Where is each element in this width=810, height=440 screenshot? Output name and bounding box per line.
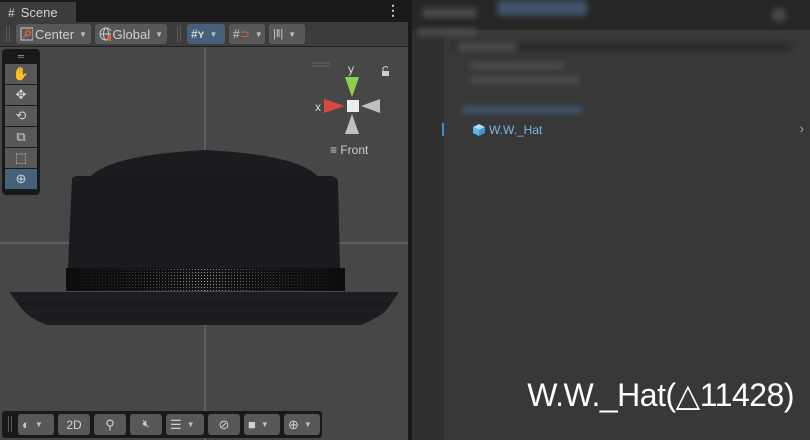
toolbar-grip[interactable]	[177, 26, 181, 42]
lighting-toggle-button[interactable]: ⚲	[94, 414, 126, 435]
grid-visibility-button[interactable]: #ʏ ▼	[187, 24, 225, 44]
camera-settings-button[interactable]: ■ ▼	[244, 414, 280, 435]
rect-tool-button[interactable]: ⬚	[5, 148, 37, 168]
blurred-content	[772, 8, 786, 22]
blurred-content	[462, 106, 582, 114]
blurred-content	[497, 0, 587, 16]
chevron-down-icon: ▼	[155, 29, 163, 39]
audio-toggle-button[interactable]: 🔇︎	[130, 414, 162, 435]
scale-icon: ⧉	[16, 129, 26, 144]
shading-icon: ◐	[22, 417, 30, 432]
lightbulb-off-icon: ⚲	[105, 416, 115, 432]
hierarchy-item-ww-hat[interactable]: W.W._Hat ›	[412, 119, 810, 141]
gizmo-y-axis-cone[interactable]	[345, 77, 359, 97]
gizmo-neg-y-cone[interactable]	[345, 114, 359, 134]
scene-tab-bar: # Scene ⋮	[0, 0, 408, 22]
scene-viewport[interactable]: ═ ✋ ✥ ⟲ ⧉ ⬚ ⊕ y x ≡ Front ◐ ▼ 2D ⚲ 🔇︎ ☰ …	[0, 47, 408, 440]
chevron-down-icon: ▼	[254, 29, 263, 39]
gizmo-center-cube[interactable]	[347, 100, 359, 112]
transform-tool-button[interactable]: ⊕	[5, 169, 37, 189]
effects-icon: ☰	[170, 416, 182, 432]
hand-icon: ✋	[12, 66, 30, 81]
chevron-down-icon: ▼	[288, 29, 297, 39]
eye-slash-icon: ⊘	[218, 416, 230, 432]
grid-y-icon: #ʏ	[191, 27, 205, 41]
blurred-content	[470, 76, 580, 84]
space-global-dropdown[interactable]: Global ▼	[95, 24, 167, 44]
globe-icon	[99, 27, 111, 41]
palette-drag-handle[interactable]: ═	[5, 51, 37, 63]
blurred-content	[417, 28, 477, 36]
chevron-down-icon: ▼	[79, 29, 87, 39]
blurred-content	[457, 42, 517, 52]
scene-toolbar: Center ▼ Global ▼ #ʏ ▼ #⊃ ▼ |‖| ▼	[0, 22, 408, 47]
toggle-2d-button[interactable]: 2D	[58, 414, 90, 435]
chevron-down-icon: ▼	[209, 29, 218, 39]
selection-indicator	[442, 123, 444, 136]
chevron-down-icon: ▼	[303, 420, 312, 429]
hierarchy-panel: W.W._Hat ›	[412, 0, 810, 440]
move-icon: ✥	[15, 87, 27, 102]
rotate-icon: ⟲	[15, 108, 27, 123]
toggle-2d-label: 2D	[66, 417, 82, 432]
scene-view: # Scene ⋮ Center ▼ Global ▼ #ʏ ▼ #⊃ ▼ |‖| ▼	[0, 0, 408, 440]
view-orientation-label[interactable]: ≡ Front	[330, 143, 368, 157]
space-label: Global	[112, 26, 151, 42]
blurred-content	[470, 62, 565, 70]
effects-button[interactable]: ☰ ▼	[166, 414, 204, 435]
snap-icon: #⊃	[233, 27, 250, 41]
tool-palette: ═ ✋ ✥ ⟲ ⧉ ⬚ ⊕	[2, 49, 40, 195]
gizmo-y-label: y	[348, 62, 354, 76]
blurred-content	[422, 8, 477, 18]
hierarchy-gutter	[412, 30, 444, 440]
gizmo-x-label: x	[315, 100, 321, 114]
front-label: Front	[340, 143, 369, 157]
pivot-center-dropdown[interactable]: Center ▼	[16, 24, 91, 44]
menu-icon: ≡	[330, 143, 341, 157]
rect-icon: ⬚	[14, 150, 28, 165]
hierarchy-item-label: W.W._Hat	[489, 123, 543, 137]
caption-overlay: W.W._Hat(△11428)	[527, 377, 794, 413]
grid-snap-button[interactable]: #⊃ ▼	[229, 24, 265, 44]
move-tool-button[interactable]: ✥	[5, 85, 37, 105]
increment-snap-button[interactable]: |‖| ▼	[269, 24, 305, 44]
gizmo-x-axis-cone[interactable]	[324, 99, 345, 113]
tab-scene-label: Scene	[20, 5, 58, 20]
hand-tool-button[interactable]: ✋	[5, 64, 37, 84]
gizmos-button[interactable]: ⊕ ▼	[284, 414, 320, 435]
ruler-icon: |‖|	[273, 28, 284, 40]
audio-mute-icon: 🔇︎	[142, 418, 150, 430]
gizmo-neg-x-cone[interactable]	[361, 99, 380, 113]
prefab-cube-icon	[473, 124, 485, 136]
scene-visibility-button[interactable]: ⊘	[208, 414, 240, 435]
toolbar-grip[interactable]	[6, 26, 10, 42]
gizmo-icon: ⊕	[288, 416, 299, 432]
toolbar-grip[interactable]	[8, 416, 12, 432]
chevron-down-icon: ▼	[260, 420, 269, 429]
kebab-menu-icon[interactable]: ⋮	[386, 2, 400, 19]
transform-icon: ⊕	[15, 171, 27, 186]
pivot-label: Center	[35, 26, 75, 42]
chevron-right-icon[interactable]: ›	[800, 121, 804, 136]
chevron-down-icon: ▼	[34, 420, 43, 429]
draw-mode-button[interactable]: ◐ ▼	[18, 414, 54, 435]
grid-icon: #	[8, 6, 15, 20]
chevron-down-icon: ▼	[186, 420, 195, 429]
rotate-tool-button[interactable]: ⟲	[5, 106, 37, 126]
scene-overlay-toolbar: ◐ ▼ 2D ⚲ 🔇︎ ☰ ▼ ⊘ ■ ▼ ⊕ ▼	[2, 411, 322, 438]
pivot-icon	[20, 27, 34, 41]
camera-icon: ■	[248, 417, 256, 432]
scale-tool-button[interactable]: ⧉	[5, 127, 37, 147]
tab-scene[interactable]: # Scene	[0, 2, 76, 22]
lock-icon[interactable]	[382, 71, 389, 76]
